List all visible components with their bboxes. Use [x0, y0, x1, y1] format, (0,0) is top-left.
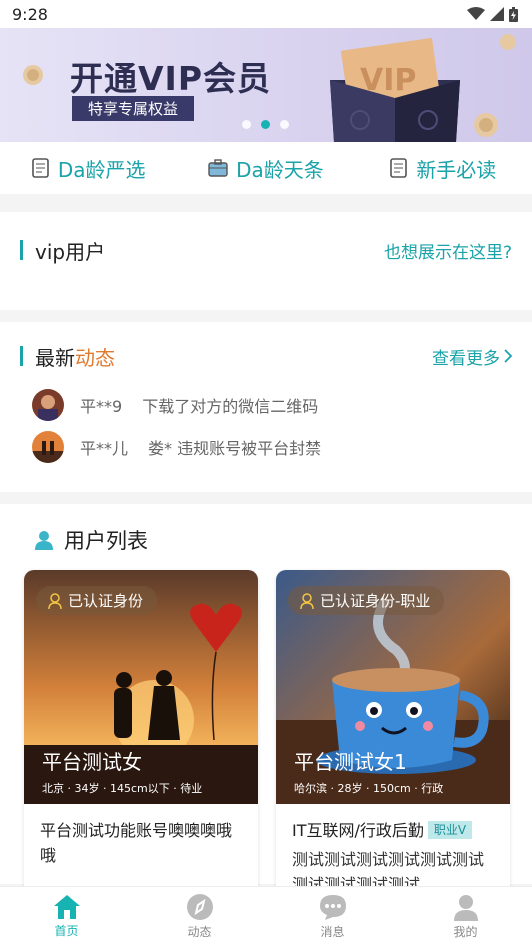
- verified-badge: 已认证身份: [36, 586, 158, 615]
- news-user: 平**9: [80, 397, 123, 416]
- tab-label: 首页: [54, 924, 79, 938]
- quicknav-label: Da龄严选: [57, 157, 146, 182]
- user-card[interactable]: 已认证身份-职业 平台测试女1 哈尔滨 · 28岁 · 150cm · 行政 I…: [276, 570, 510, 900]
- verified-person-icon: [300, 592, 314, 609]
- carousel-dot-active[interactable]: [261, 120, 270, 129]
- user-body: 平台测试功能账号噢噢噢哦哦: [24, 804, 258, 882]
- section-bar: [20, 346, 23, 366]
- person-icon: [453, 895, 478, 921]
- user-name: 平台测试女1: [294, 750, 407, 774]
- tab-profile[interactable]: 我的: [399, 887, 532, 946]
- news-item[interactable]: 平**儿 娄* 违规账号被平台封禁: [0, 426, 532, 468]
- status-icons: [467, 6, 518, 22]
- user-photo: 已认证身份-职业 平台测试女1 哈尔滨 · 28岁 · 150cm · 行政: [276, 570, 510, 804]
- latest-news-section: 最新 动态 查看更多 平**9 下载了对方的微信二维码 平**儿 娄* 违规账号被…: [0, 322, 532, 492]
- vip-showcase-link[interactable]: 也想展示在这里?: [384, 238, 512, 263]
- quicknav-item-tiantiao[interactable]: Da龄天条: [177, 154, 354, 183]
- briefcase-icon: [208, 159, 228, 177]
- bottom-tab-bar: 首页 动态 消息 我的: [0, 886, 532, 946]
- document-icon: [32, 158, 49, 178]
- home-icon: [53, 895, 80, 919]
- compass-icon: [186, 894, 213, 920]
- tab-home[interactable]: 首页: [0, 887, 133, 946]
- wifi-icon: [467, 7, 485, 20]
- tab-label: 我的: [453, 925, 478, 939]
- user-photo: 已认证身份 平台测试女 北京 · 34岁 · 145cm以下 · 待业: [24, 570, 258, 804]
- chevron-right-icon: [504, 349, 512, 363]
- vip-title: vip用户: [35, 239, 106, 264]
- vip-banner[interactable]: VIP 开通VIP会员 特享专属权益: [0, 28, 532, 142]
- quicknav-item-xinshou[interactable]: 新手必读: [355, 154, 532, 183]
- carousel-dots: [242, 120, 289, 129]
- quicknav-label: Da龄天条: [236, 157, 324, 182]
- quicknav-item-yanxuan[interactable]: Da龄严选: [0, 154, 177, 183]
- carousel-dot[interactable]: [280, 120, 289, 129]
- news-user: 平**儿: [80, 439, 129, 458]
- badge-label: 已认证身份-职业: [320, 592, 431, 610]
- user-list-header: 用户列表: [0, 504, 532, 576]
- badge-label: 已认证身份: [68, 592, 144, 610]
- news-text: 下载了对方的微信二维码: [142, 397, 319, 416]
- document-icon: [390, 158, 408, 178]
- user-headline: IT互联网/行政后勤: [292, 821, 424, 840]
- user-list-title: 用户列表: [64, 529, 148, 553]
- see-more-link[interactable]: 查看更多: [432, 344, 512, 369]
- news-title-prefix: 最新: [35, 345, 75, 370]
- avatar: [32, 389, 64, 421]
- tab-label: 消息: [320, 925, 345, 939]
- news-text: 娄* 违规账号被平台封禁: [148, 439, 322, 458]
- status-bar: 9:28: [0, 0, 532, 28]
- user-headline: 平台测试功能账号噢噢噢哦哦: [40, 821, 233, 865]
- banner-subtitle: 特享专属权益: [72, 96, 195, 121]
- quick-nav: Da龄严选 Da龄天条 新手必读: [0, 142, 532, 194]
- signal-icon: [490, 7, 504, 21]
- section-bar: [20, 240, 23, 260]
- section-title: 最新 动态: [20, 342, 115, 371]
- news-title-accent: 动态: [75, 345, 115, 370]
- user-icon: [35, 531, 53, 550]
- user-card[interactable]: 已认证身份 平台测试女 北京 · 34岁 · 145cm以下 · 待业 平台测试…: [24, 570, 258, 900]
- user-info: 北京 · 34岁 · 145cm以下 · 待业: [42, 782, 203, 795]
- section-title: vip用户: [20, 236, 105, 265]
- battery-icon: [509, 6, 518, 22]
- status-time: 9:28: [12, 4, 48, 24]
- profession-verified-tag: 职业V: [427, 821, 473, 839]
- verified-person-icon: [48, 592, 62, 609]
- quicknav-label: 新手必读: [416, 157, 497, 182]
- user-list-section: 用户列表 已认证身份 平台测试女 北京 · 34岁 · 145cm以下 · 待业…: [0, 504, 532, 900]
- banner-title: 开通VIP会员: [70, 59, 272, 98]
- vip-users-section: vip用户 也想展示在这里?: [0, 212, 532, 310]
- user-name: 平台测试女: [42, 750, 142, 774]
- news-item[interactable]: 平**9 下载了对方的微信二维码: [0, 384, 532, 426]
- tab-label: 动态: [187, 925, 212, 939]
- tab-messages[interactable]: 消息: [266, 887, 399, 946]
- see-more-label: 查看更多: [432, 348, 500, 369]
- tab-moments[interactable]: 动态: [133, 887, 266, 946]
- user-info: 哈尔滨 · 28岁 · 150cm · 行政: [294, 782, 444, 795]
- carousel-dot[interactable]: [242, 120, 251, 129]
- avatar: [32, 431, 64, 463]
- verified-badge: 已认证身份-职业: [288, 586, 445, 615]
- chat-icon: [319, 895, 346, 920]
